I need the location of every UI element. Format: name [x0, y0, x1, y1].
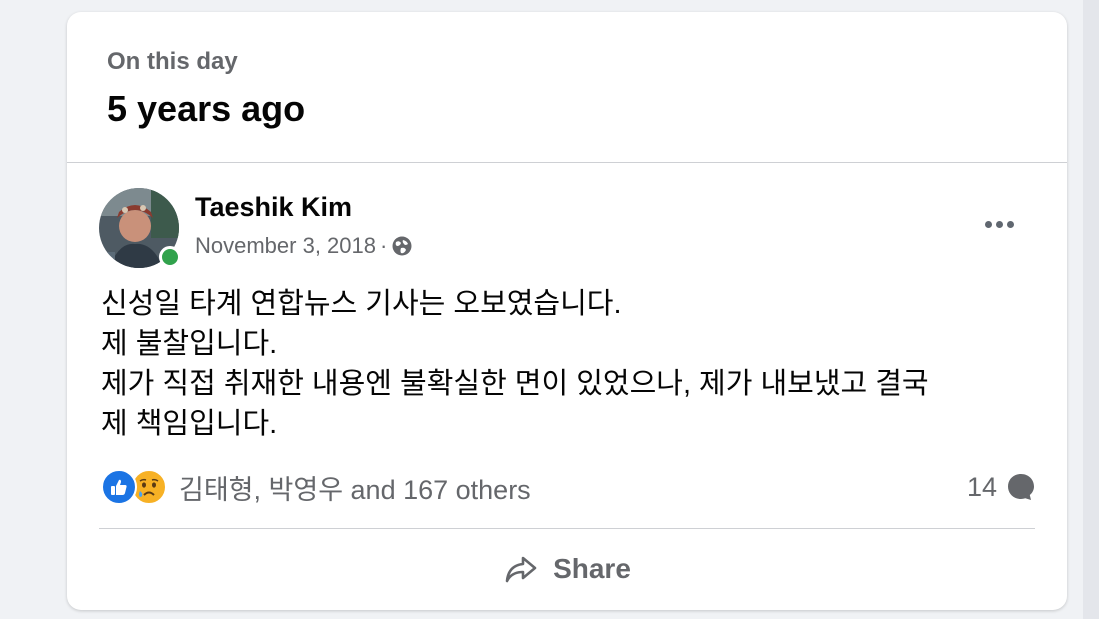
action-divider: [99, 528, 1035, 529]
post-text-line: 제 책임입니다.: [101, 408, 278, 440]
share-icon: [503, 551, 539, 587]
like-icon: [101, 469, 137, 505]
globe-icon[interactable]: [391, 235, 413, 257]
more-dot-icon: [995, 220, 1003, 228]
post-text-line: 신성일 타계 연합뉴스 기사는 오보였습니다.: [101, 288, 622, 320]
memory-title: 5 years ago: [107, 88, 306, 129]
author-name[interactable]: Taeshik Kim: [195, 192, 352, 223]
post-text: 신성일 타계 연합뉴스 기사는 오보였습니다. 제 불찰입니다. 제가 직접 취…: [101, 284, 1051, 444]
post-meta: November 3, 2018 ·: [195, 233, 413, 259]
memory-card: On this day 5 years ago Taeshik Kim Nove…: [67, 12, 1067, 610]
avatar[interactable]: [99, 188, 181, 268]
comment-icon: [1005, 471, 1037, 503]
post-text-line: 제 불찰입니다.: [101, 328, 278, 360]
share-label: Share: [553, 553, 631, 584]
reactions-text[interactable]: 김태형, 박영우 and 167 others: [179, 468, 531, 507]
on-this-day-label: On this day: [107, 48, 238, 75]
share-button[interactable]: Share: [99, 538, 1035, 600]
reactions-summary[interactable]: 김태형, 박영우 and 167 others: [101, 467, 531, 507]
more-dot-icon: [984, 220, 992, 228]
scrollbar-track[interactable]: [1083, 0, 1099, 619]
more-options-button[interactable]: [975, 204, 1023, 244]
comments-count[interactable]: 14: [967, 467, 1037, 507]
more-dot-icon: [1006, 220, 1014, 228]
online-status-indicator: [159, 246, 181, 268]
post-date[interactable]: November 3, 2018: [195, 233, 376, 259]
memory-header: On this day 5 years ago: [67, 12, 1067, 163]
meta-separator: ·: [380, 233, 388, 258]
post-text-line: 제가 직접 취재한 내용엔 불확실한 면이 있었으나, 제가 내보냈고 결국: [101, 368, 929, 400]
comments-count-value: 14: [966, 471, 997, 502]
